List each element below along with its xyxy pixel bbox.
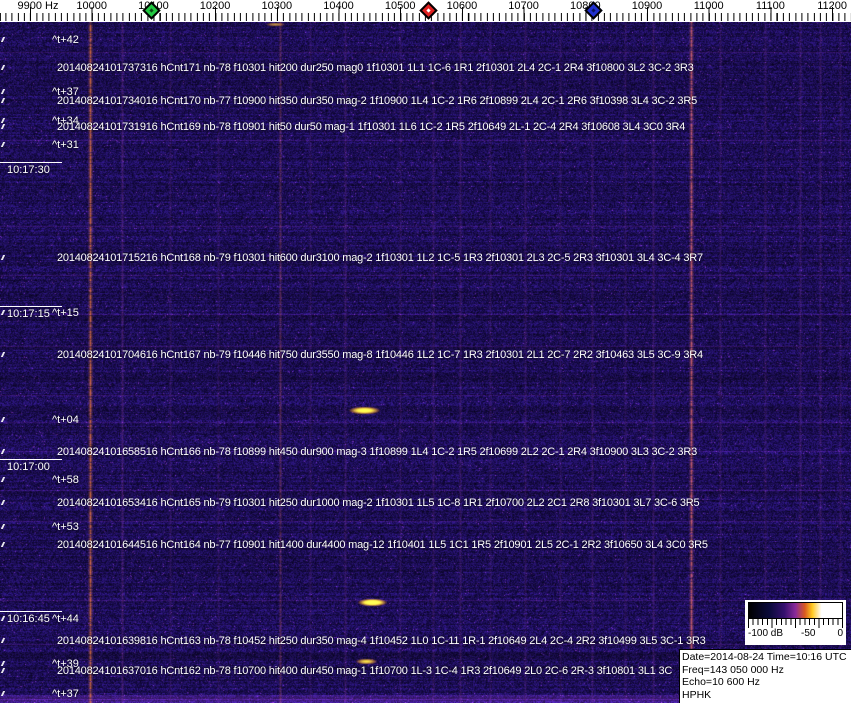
- spectrogram-waterfall: [0, 22, 851, 703]
- info-frequency: Freq=143 050 000 Hz: [682, 664, 851, 677]
- spectrogram-app-window: 9900 Hz100001010010200103001040010500106…: [0, 0, 851, 703]
- db-color-scale: [748, 602, 843, 619]
- ruler-tick-label: 10600: [447, 0, 478, 12]
- ruler-tick-label: 11000: [694, 0, 724, 12]
- ruler-tick-label: 10400: [323, 0, 354, 12]
- ruler-tick-label: 11200: [817, 0, 847, 12]
- ruler-tick-label: 9900 Hz: [18, 0, 59, 12]
- ruler-tick-label: 10300: [262, 0, 293, 12]
- ruler-tick-label: 10000: [76, 0, 107, 12]
- info-callsign: HPHK: [682, 689, 851, 702]
- info-echo: Echo=10 600 Hz: [682, 676, 851, 689]
- frequency-ruler: 9900 Hz100001010010200103001040010500106…: [0, 0, 851, 22]
- db-label-min: -100 dB: [748, 628, 783, 640]
- ruler-tick-label: 10700: [508, 0, 539, 12]
- ruler-tick-label: 10900: [632, 0, 663, 12]
- db-label-max: 0: [837, 628, 843, 640]
- db-label-mid: -50: [801, 628, 815, 640]
- ruler-tick-label: 10500: [385, 0, 416, 12]
- info-date-time: Date=2014-08-24 Time=10:16 UTC: [682, 651, 851, 664]
- info-box: Date=2014-08-24 Time=10:16 UTC Freq=143 …: [679, 649, 851, 703]
- db-legend-ticks: [748, 619, 843, 628]
- ruler-tick-label: 10200: [200, 0, 231, 12]
- ruler-tick-label: 11100: [756, 0, 785, 12]
- db-legend: -100 dB -50 0: [745, 600, 846, 645]
